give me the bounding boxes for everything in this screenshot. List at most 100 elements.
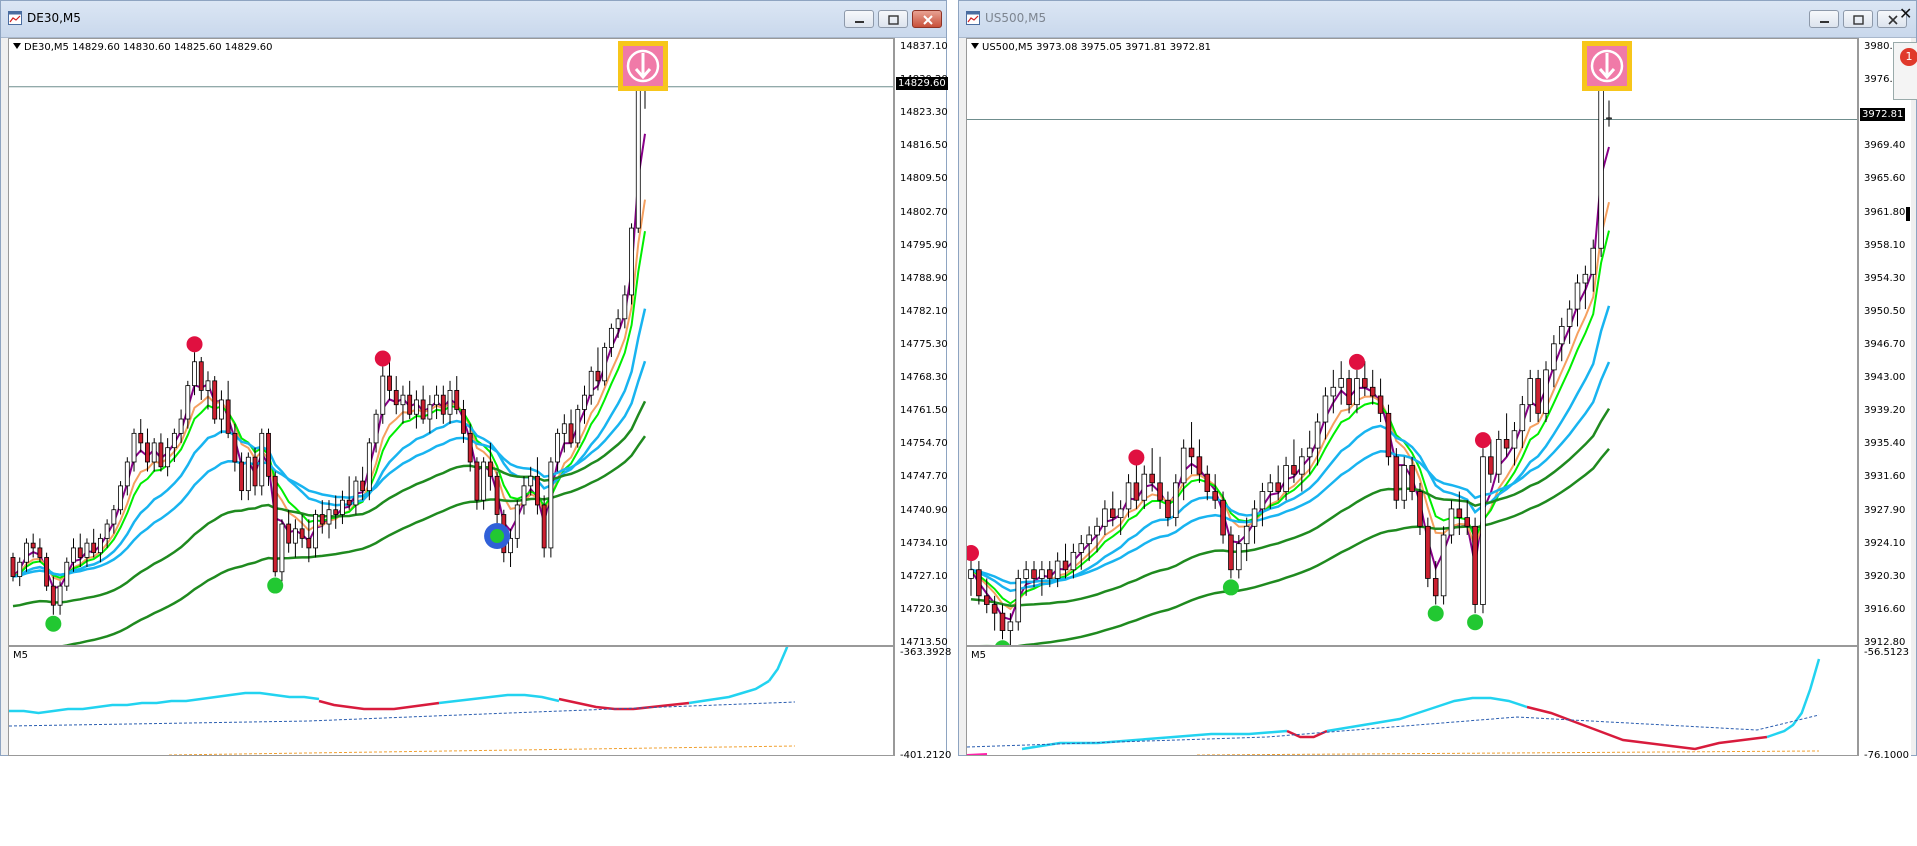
candle [1527,369,1533,423]
candle [387,361,392,400]
candle [575,404,581,448]
candle [1551,335,1557,388]
price-tick: 14809.50 [900,173,948,185]
candle [413,390,419,429]
candle [494,471,500,525]
bull-candle-body [434,394,439,406]
close-button[interactable] [912,10,942,28]
candle [1495,430,1502,483]
bull-candle-body [1551,343,1557,371]
indicator-pane[interactable]: M5 [8,646,894,756]
ohlc-readout: DE30,M5 14829.60 14830.60 14825.60 14829… [13,42,273,53]
chart-window-de30[interactable]: DE30,M5 DE30,M5 14829.60 14830.60 14825.… [0,0,951,761]
bear-candle-body [198,361,204,391]
candle [1204,465,1211,501]
candle [521,476,527,515]
bear-candle-body [1417,491,1423,527]
bear-candle-body [1425,525,1431,579]
price-tick: 14740.90 [900,504,948,516]
bull-candle-body [1283,465,1289,492]
candle [1133,465,1140,509]
candle [1558,317,1565,362]
bull-candle-body [427,404,433,420]
bull-candle-body [1330,386,1337,397]
minimize-icon [855,21,864,23]
candle [286,509,292,553]
bull-candle-body [219,399,224,420]
bull-candle-body [1102,508,1108,527]
bear-candle-body [999,612,1006,631]
price-chart[interactable] [967,39,1858,646]
swing-high-marker [967,545,979,562]
candle [245,452,251,501]
candle [57,581,63,615]
candle [346,476,352,510]
bear-candle-body [37,547,43,558]
minimize-button[interactable] [844,10,874,28]
candle [514,500,520,548]
bear-candle-body [440,394,446,415]
bear-candle-body [239,461,245,492]
bull-candle-body [575,409,581,444]
price-chart[interactable] [9,39,894,646]
price-tick: 14816.50 [900,140,948,152]
bull-candle-body [602,347,608,382]
price-tick: 14761.50 [900,405,948,417]
price-axis[interactable]: 14837.1014830.2014823.3014816.5014809.50… [894,38,951,761]
window-titlebar[interactable]: US500,M5 [959,1,1916,38]
bear-candle-body [91,542,97,554]
collapse-triangle-icon[interactable] [13,43,21,49]
candle [1354,369,1360,414]
minimize-button[interactable] [1809,10,1839,28]
bull-candle-body [1173,482,1179,519]
bear-candle-body [360,480,366,492]
chart-window-us500[interactable]: US500,M5 US500,M5 3973.08 3975.05 3971.8… [958,0,1917,761]
bull-candle-body [1094,525,1100,536]
bull-candle-body [622,294,628,320]
maximize-button[interactable] [878,10,908,28]
price-tick: 14782.10 [900,305,948,317]
candle [292,519,298,558]
candle [259,428,265,496]
candle [976,561,982,605]
price-tick: 14795.90 [900,239,948,251]
candle [1393,448,1400,509]
candle [440,385,446,424]
ma-green-line [970,230,1610,605]
swing-low-marker [1427,605,1444,622]
indicator-axis-low-value: -401.2120 [900,750,952,761]
bull-candle-body [151,442,157,463]
candle [145,428,150,472]
candle [340,490,345,525]
bear-candle-body [1346,378,1352,406]
close-icon[interactable]: ✕ [1899,4,1912,23]
bear-candle-body [1291,465,1297,475]
price-pane[interactable]: DE30,M5 14829.60 14830.60 14825.60 14829… [8,38,894,646]
indicator-cyan-line [1766,658,1821,739]
candle [279,519,285,582]
bull-candle-body [481,461,487,501]
candle [548,457,554,558]
candle [151,438,157,472]
bull-candle-body [259,432,265,487]
bull-candle-body [1566,308,1573,327]
bull-candle-body [84,542,90,558]
bull-candle-body [1306,447,1313,458]
chart-area[interactable]: US500,M5 3973.08 3975.05 3971.81 3972.81… [966,38,1911,761]
chart-area[interactable]: DE30,M5 14829.60 14830.60 14825.60 14829… [8,38,951,761]
candle [306,519,312,563]
candle [1212,474,1218,509]
price-axis[interactable]: 3980.703976.903972.813969.403965.603961.… [1858,38,1911,761]
indicator-pane[interactable]: M5 [966,646,1858,756]
bear-candle-body [474,461,480,501]
price-pane[interactable]: US500,M5 3973.08 3975.05 3971.81 3972.81 [966,38,1858,646]
window-titlebar[interactable]: DE30,M5 [1,1,946,38]
bull-candle-body [1440,534,1447,597]
maximize-icon [888,15,899,25]
maximize-button[interactable] [1843,10,1873,28]
candle [1369,369,1376,405]
notification-badge[interactable]: 1 [1900,48,1917,66]
collapse-triangle-icon[interactable] [971,43,979,49]
close-icon [923,15,933,25]
bear-candle-body [158,442,164,468]
